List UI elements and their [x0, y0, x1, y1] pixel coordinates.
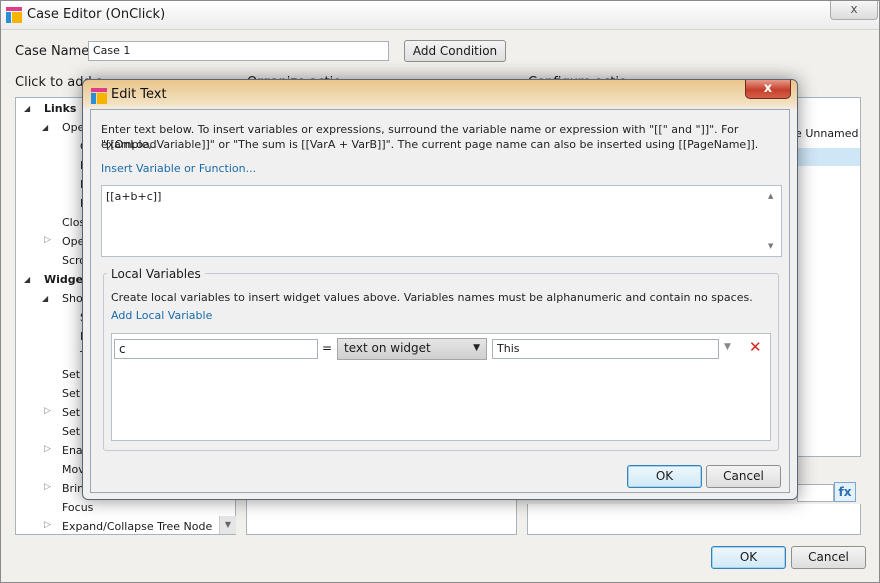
- variable-type-dropdown[interactable]: text on widget ▼: [337, 338, 487, 360]
- local-variables-table: c = text on widget ▼ This ▼ ✕: [111, 333, 771, 441]
- expression-text: [[a+b+c]]: [106, 190, 162, 203]
- case-name-input[interactable]: Case 1: [88, 41, 389, 61]
- dialog-title: Edit Text: [111, 87, 167, 102]
- value-input[interactable]: [797, 484, 834, 502]
- fx-function-icon[interactable]: fx: [834, 482, 856, 502]
- app-logo-icon: [6, 7, 22, 23]
- local-variables-legend: Local Variables: [107, 267, 205, 281]
- window-title: Case Editor (OnClick): [27, 7, 166, 22]
- scroll-up-icon[interactable]: ▲: [768, 192, 773, 200]
- configure-actions-lower-panel: [527, 504, 861, 535]
- dialog-ok-button[interactable]: OK: [627, 465, 702, 488]
- ok-button[interactable]: OK: [711, 546, 786, 569]
- chevron-down-icon: ▼: [473, 343, 480, 353]
- tree-item[interactable]: Expand/Collapse Tree Node: [62, 520, 212, 533]
- instructions-line-2: "[[OnLoadVariable]]" or "The sum is [[Va…: [101, 138, 759, 151]
- tree-item[interactable]: Focus: [62, 501, 93, 514]
- dialog-body: Enter text below. To insert variables or…: [90, 109, 790, 493]
- expression-textarea[interactable]: [[a+b+c]] ▲ ▼: [101, 185, 782, 257]
- tree-item[interactable]: Sho: [62, 292, 83, 305]
- window-titlebar: Case Editor (OnClick): [1, 1, 879, 30]
- window-close-button[interactable]: x: [830, 1, 878, 20]
- cancel-button[interactable]: Cancel: [791, 546, 866, 569]
- app-logo-icon: [91, 88, 107, 104]
- add-local-variable-link[interactable]: Add Local Variable: [111, 309, 212, 322]
- dialog-cancel-button[interactable]: Cancel: [706, 465, 781, 488]
- delete-variable-icon[interactable]: ✕: [749, 338, 762, 356]
- widget-row-label: le Unnamed: [792, 127, 859, 140]
- case-name-label: Case Name: [15, 44, 90, 59]
- widget-target-dropdown-icon[interactable]: ▼: [724, 342, 731, 352]
- variable-type-value: text on widget: [344, 341, 431, 355]
- local-variables-description: Create local variables to insert widget …: [111, 291, 753, 304]
- variable-name-input[interactable]: c: [114, 339, 318, 359]
- scroll-down-icon[interactable]: ▼: [768, 242, 773, 250]
- widget-target-input[interactable]: This: [492, 339, 719, 359]
- tree-item-links[interactable]: Links: [44, 102, 76, 115]
- scroll-down-arrow-icon[interactable]: ▼: [219, 516, 236, 534]
- equals-sign: =: [322, 341, 333, 355]
- edit-text-dialog: Edit Text x Enter text below. To insert …: [82, 79, 798, 500]
- dialog-close-button[interactable]: x: [745, 80, 791, 99]
- add-condition-button[interactable]: Add Condition: [404, 40, 506, 62]
- insert-variable-link[interactable]: Insert Variable or Function...: [101, 162, 256, 175]
